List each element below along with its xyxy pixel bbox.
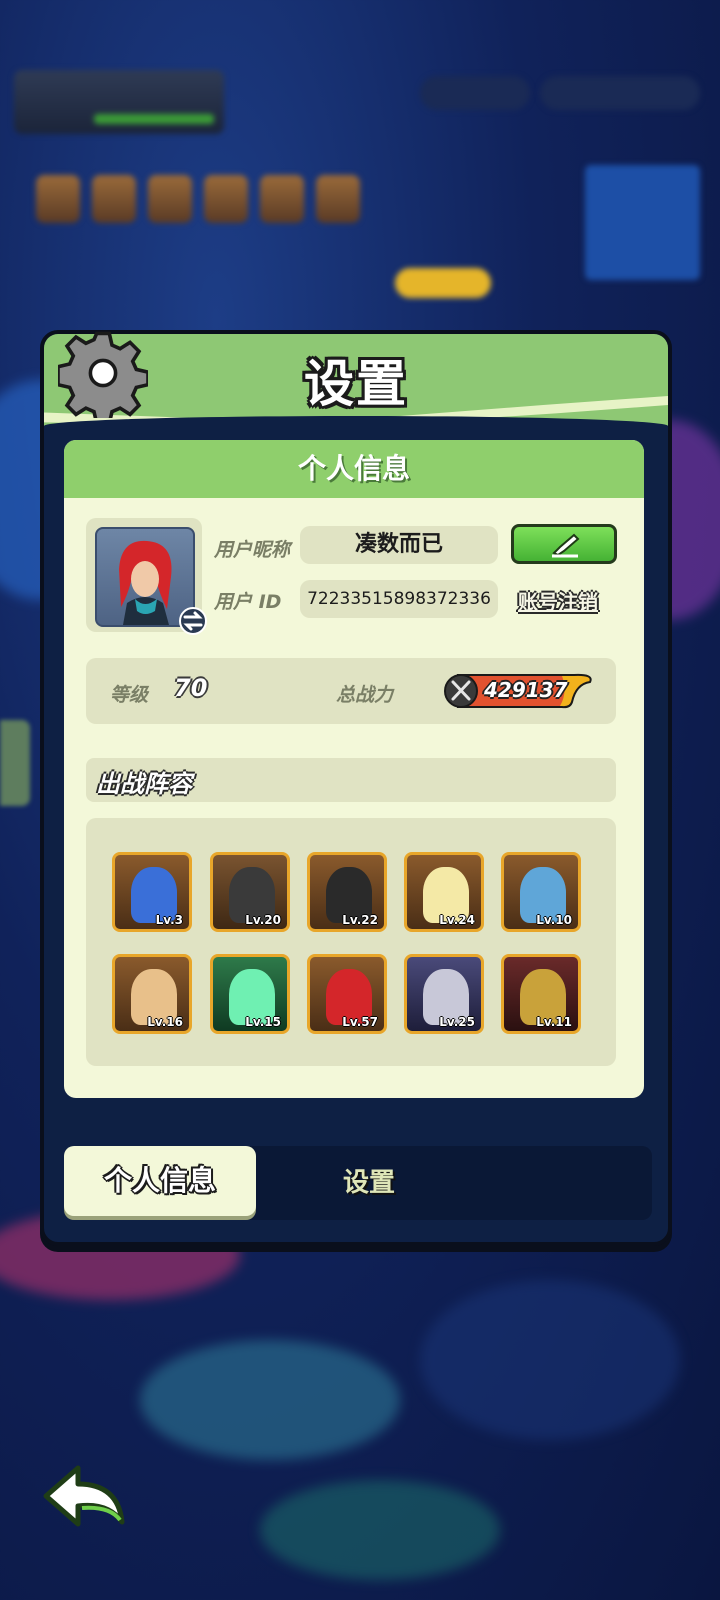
hero-slot-4[interactable]: Lv.24 bbox=[404, 852, 484, 932]
hero-level: Lv.3 bbox=[155, 913, 183, 927]
tab-profile[interactable]: 个人信息 bbox=[64, 1146, 256, 1216]
hero-slot-7[interactable]: Lv.15 bbox=[210, 954, 290, 1034]
lineup-grid: Lv.3 Lv.20 Lv.22 Lv.24 Lv.10 Lv.16 Lv.15… bbox=[86, 818, 616, 1066]
edit-nickname-button[interactable] bbox=[511, 524, 617, 564]
hero-slot-8[interactable]: Lv.57 bbox=[307, 954, 387, 1034]
hero-level: Lv.22 bbox=[342, 913, 378, 927]
hero-level: Lv.16 bbox=[147, 1015, 183, 1029]
nickname-label: 用户昵称 bbox=[214, 539, 291, 561]
settings-panel: 设置 个人信息 用户昵称 凑数而已 用户 ID 7223351589837233… bbox=[40, 330, 672, 1246]
nickname-field: 凑数而已 bbox=[300, 526, 498, 564]
hero-level: Lv.10 bbox=[536, 913, 572, 927]
lineup-header: 出战阵容 bbox=[86, 758, 616, 802]
hero-level: Lv.57 bbox=[342, 1015, 378, 1029]
pencil-icon bbox=[552, 533, 580, 558]
hero-slot-3[interactable]: Lv.22 bbox=[307, 852, 387, 932]
power-value: 429137 bbox=[484, 678, 568, 702]
hero-slot-1[interactable]: Lv.3 bbox=[112, 852, 192, 932]
stats-box: 等级 70 总战力 429137 bbox=[86, 658, 616, 724]
lineup-title: 出战阵容 bbox=[96, 770, 192, 798]
swap-icon[interactable] bbox=[178, 606, 208, 636]
hero-slot-9[interactable]: Lv.25 bbox=[404, 954, 484, 1034]
hero-slot-6[interactable]: Lv.16 bbox=[112, 954, 192, 1034]
id-label: 用户 ID bbox=[214, 591, 282, 613]
level-label: 等级 bbox=[110, 684, 149, 706]
hero-level: Lv.24 bbox=[439, 913, 475, 927]
hero-level: Lv.25 bbox=[439, 1015, 475, 1029]
hero-level: Lv.20 bbox=[245, 913, 281, 927]
section-title: 个人信息 bbox=[64, 440, 644, 498]
hero-slot-5[interactable]: Lv.10 bbox=[501, 852, 581, 932]
profile-content: 个人信息 用户昵称 凑数而已 用户 ID 72233515898372336 账… bbox=[64, 440, 644, 1098]
hero-level: Lv.11 bbox=[536, 1015, 572, 1029]
cancel-account-link[interactable]: 账号注销 bbox=[518, 586, 598, 615]
user-id-field: 72233515898372336 bbox=[300, 580, 498, 618]
hero-slot-10[interactable]: Lv.11 bbox=[501, 954, 581, 1034]
avatar-frame[interactable] bbox=[86, 518, 207, 635]
power-badge: 429137 bbox=[444, 672, 594, 710]
back-arrow-icon[interactable] bbox=[38, 1462, 128, 1532]
power-label: 总战力 bbox=[336, 684, 394, 706]
hero-slot-2[interactable]: Lv.20 bbox=[210, 852, 290, 932]
panel-title: 设置 bbox=[304, 355, 408, 413]
tab-settings[interactable]: 设置 bbox=[284, 1146, 454, 1220]
tab-bar: 个人信息 设置 bbox=[64, 1146, 652, 1220]
level-value: 70 bbox=[174, 674, 208, 702]
hero-level: Lv.15 bbox=[245, 1015, 281, 1029]
